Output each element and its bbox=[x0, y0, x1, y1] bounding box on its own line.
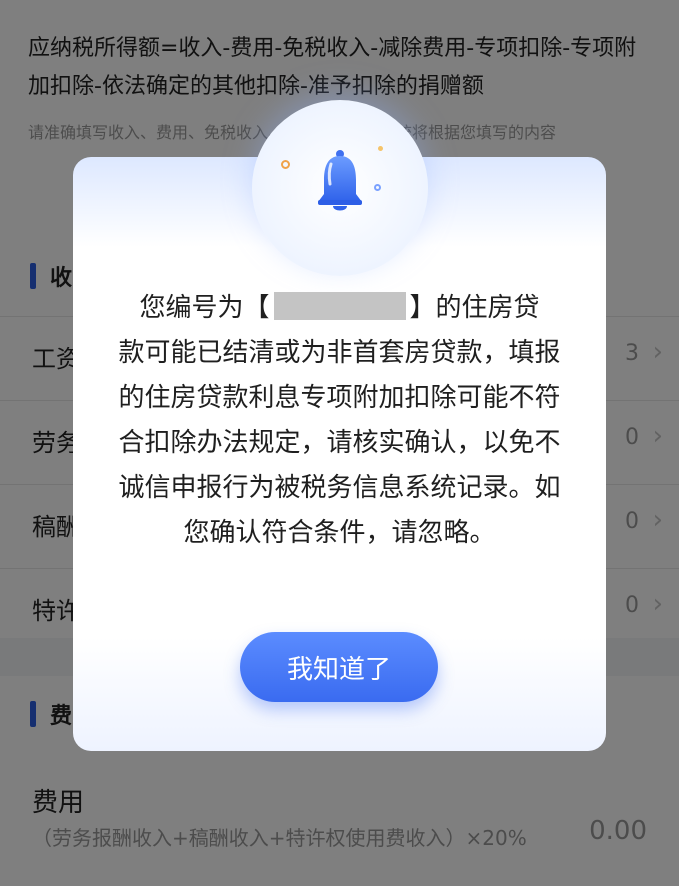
decor-dot bbox=[378, 146, 383, 151]
dialog-message: 您编号为【 】的住房贷 款可能已结清或为非首套房贷款，填报的住房贷款利息专项附加扣除… bbox=[118, 292, 561, 548]
decor-dot bbox=[374, 184, 381, 191]
confirm-button[interactable]: 我知道了 bbox=[240, 632, 438, 702]
bell-icon bbox=[318, 150, 362, 211]
redacted-id bbox=[273, 292, 406, 320]
decor-dot bbox=[281, 160, 290, 169]
